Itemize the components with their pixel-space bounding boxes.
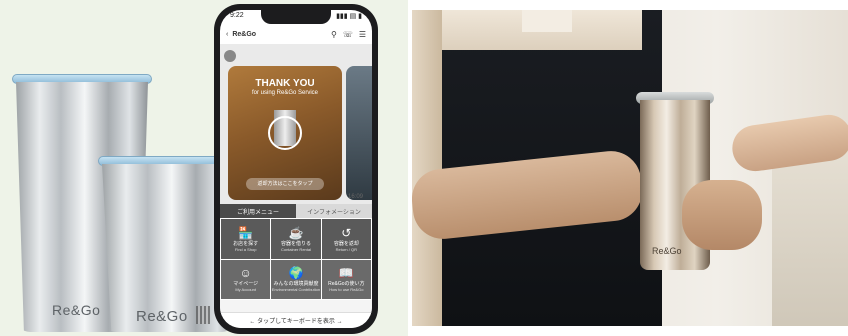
location-pin-icon <box>268 116 302 150</box>
menu-label: みんなの環境貢献度 <box>273 281 319 288</box>
phone-call-icon[interactable]: ☏ <box>343 30 353 39</box>
book-icon: 📖 <box>338 266 354 281</box>
tab-usage-menu[interactable]: ご利用メニュー <box>220 204 296 218</box>
shirt-collar <box>522 10 572 32</box>
menu-sub: Container Rental <box>280 246 311 252</box>
menu-icon[interactable]: ☰ <box>359 30 366 39</box>
menu-sub: How to use Re&Go <box>329 287 364 293</box>
tab-information[interactable]: インフォメーション <box>296 204 372 218</box>
phone-screen: 9:22 ▮▮▮ ▤ ▮ ‹ Re&Go ⚲ ☏ ☰ THANK YOU for… <box>220 10 372 328</box>
store-icon: 🏪 <box>238 225 254 240</box>
chat-title: Re&Go <box>232 30 257 38</box>
promo-subtitle: for using Re&Go Service <box>251 90 319 96</box>
status-indicators: ▮▮▮ ▤ ▮ <box>336 13 362 20</box>
user-icon: ☺ <box>239 266 252 281</box>
menu-return-container[interactable]: ↺ 容器を返却 Return / QR <box>321 219 371 259</box>
rich-menu: ご利用メニュー インフォメーション 🏪 お店を探す Find a Shop ☕ … <box>220 204 372 316</box>
product-panel: Re&Go Re&Go 9:22 ▮▮▮ ▤ ▮ ‹ Re&Go ⚲ ☏ ☰ T… <box>0 0 408 336</box>
menu-find-shop[interactable]: 🏪 お店を探す Find a Shop <box>221 219 271 259</box>
phone-mockup: 9:22 ▮▮▮ ▤ ▮ ‹ Re&Go ⚲ ☏ ☰ THANK YOU for… <box>214 4 378 334</box>
menu-label: 容器を借りる <box>280 240 311 247</box>
menu-sub: Return / QR <box>335 246 357 252</box>
menu-label: Re&Goの使い方 <box>328 281 365 288</box>
menu-sub: My Account <box>235 287 256 293</box>
menu-rent-container[interactable]: ☕ 容器を借りる Container Rental <box>271 219 321 259</box>
next-card[interactable] <box>346 66 372 200</box>
menu-label: マイページ <box>233 281 259 288</box>
status-bar: 9:22 ▮▮▮ ▤ ▮ <box>230 12 362 24</box>
avatar <box>224 50 236 62</box>
menu-my-page[interactable]: ☺ マイページ My Account <box>221 259 271 299</box>
rich-menu-tabs: ご利用メニュー インフォメーション <box>220 204 372 218</box>
message-time: 16:09 <box>348 194 364 200</box>
photo-cup-logo: Re&Go <box>652 246 682 256</box>
handover-photo: Re&Go <box>412 10 848 326</box>
chat-header: ‹ Re&Go ⚲ ☏ ☰ <box>220 26 372 42</box>
rich-menu-grid: 🏪 お店を探す Find a Shop ☕ 容器を借りる Container R… <box>220 218 372 300</box>
return-icon: ↺ <box>341 225 352 240</box>
search-icon[interactable]: ⚲ <box>331 30 337 39</box>
menu-sub: Environmental Contribution <box>271 287 321 293</box>
menu-environment[interactable]: 🌍 みんなの環境貢献度 Environmental Contribution <box>271 259 321 299</box>
large-cup-logo: Re&Go <box>52 302 101 318</box>
menu-how-to-use[interactable]: 📖 Re&Goの使い方 How to use Re&Go <box>321 259 371 299</box>
small-cup-logo: Re&Go <box>136 308 188 325</box>
globe-icon: 🌍 <box>288 266 304 281</box>
qr-code-icon <box>196 306 210 324</box>
back-icon[interactable]: ‹ <box>226 31 228 38</box>
menu-sub: Find a Shop <box>234 246 257 252</box>
chat-area: THANK YOU for using Re&Go Service 返却方法はこ… <box>220 44 372 204</box>
shirt-sleeve <box>412 10 442 326</box>
status-time: 9:22 <box>230 12 244 19</box>
cup-icon: ☕ <box>288 225 304 240</box>
thank-you-card[interactable]: THANK YOU for using Re&Go Service 返却方法はこ… <box>228 66 342 200</box>
promo-title: THANK YOU <box>255 78 315 89</box>
keyboard-toggle-bar[interactable]: ← タップしてキーボードを表示 → <box>220 312 372 328</box>
menu-label: お店を探す <box>233 240 259 247</box>
staff-hand <box>682 180 762 250</box>
return-method-button[interactable]: 返却方法はここをタップ <box>246 178 324 190</box>
menu-label: 容器を返却 <box>333 240 359 247</box>
